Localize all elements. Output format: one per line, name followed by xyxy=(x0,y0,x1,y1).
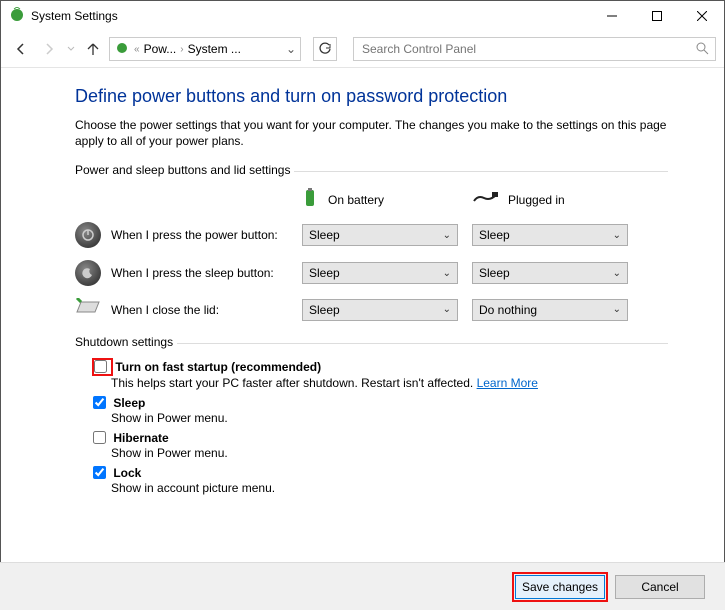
row-label-sleep: When I press the sleep button: xyxy=(111,266,274,280)
window-title: System Settings xyxy=(31,9,589,23)
chevron-left-icon: « xyxy=(134,44,140,55)
group-legend-shutdown: Shutdown settings xyxy=(75,335,177,349)
checkbox-lock[interactable] xyxy=(93,466,106,479)
chevron-down-icon[interactable]: ⌄ xyxy=(286,42,296,56)
checkbox-sleep[interactable] xyxy=(93,396,106,409)
label-lock: Lock xyxy=(113,466,141,480)
chevron-down-icon: ⌄ xyxy=(613,268,621,279)
chevron-down-icon: ⌄ xyxy=(443,230,451,241)
search-icon xyxy=(695,41,709,58)
chevron-down-icon: ⌄ xyxy=(443,304,451,315)
plug-icon xyxy=(472,191,498,208)
page-title: Define power buttons and turn on passwor… xyxy=(75,86,668,107)
cancel-button[interactable]: Cancel xyxy=(615,575,705,599)
search-field[interactable] xyxy=(360,41,695,57)
back-button[interactable] xyxy=(9,37,33,61)
sleep-button-icon xyxy=(75,260,101,286)
chevron-down-icon: ⌄ xyxy=(613,230,621,241)
minimize-button[interactable] xyxy=(589,1,634,31)
checkbox-hibernate[interactable] xyxy=(93,431,106,444)
column-header-battery: On battery xyxy=(328,193,384,207)
row-label-power: When I press the power button: xyxy=(111,228,278,242)
location-icon xyxy=(114,40,130,59)
dropdown-lid-battery[interactable]: Sleep⌄ xyxy=(302,299,458,321)
label-sleep: Sleep xyxy=(113,396,145,410)
dropdown-sleep-plugged[interactable]: Sleep⌄ xyxy=(472,262,628,284)
history-dropdown[interactable] xyxy=(65,37,77,61)
desc-lock: Show in account picture menu. xyxy=(111,481,668,495)
group-legend-power: Power and sleep buttons and lid settings xyxy=(75,163,294,177)
row-label-lid: When I close the lid: xyxy=(111,303,219,317)
column-header-plugged: Plugged in xyxy=(508,193,565,207)
lid-icon xyxy=(75,298,101,321)
chevron-right-icon: › xyxy=(180,44,183,55)
battery-icon xyxy=(302,187,318,212)
desc-fast-startup: This helps start your PC faster after sh… xyxy=(111,376,477,390)
dropdown-power-plugged[interactable]: Sleep⌄ xyxy=(472,224,628,246)
learn-more-link[interactable]: Learn More xyxy=(477,376,538,390)
app-icon xyxy=(9,7,25,26)
page-description: Choose the power settings that you want … xyxy=(75,117,668,149)
checkbox-fast-startup[interactable] xyxy=(94,360,107,373)
breadcrumb[interactable]: « Pow... › System ... ⌄ xyxy=(109,37,301,61)
forward-button[interactable] xyxy=(37,37,61,61)
power-button-icon xyxy=(75,222,101,248)
label-hibernate: Hibernate xyxy=(113,431,168,445)
close-button[interactable] xyxy=(679,1,724,31)
chevron-down-icon: ⌄ xyxy=(443,268,451,279)
desc-sleep: Show in Power menu. xyxy=(111,411,668,425)
save-button[interactable]: Save changes xyxy=(515,575,605,599)
dropdown-sleep-battery[interactable]: Sleep⌄ xyxy=(302,262,458,284)
desc-hibernate: Show in Power menu. xyxy=(111,446,668,460)
up-button[interactable] xyxy=(81,37,105,61)
dropdown-lid-plugged[interactable]: Do nothing⌄ xyxy=(472,299,628,321)
label-fast-startup: Turn on fast startup (recommended) xyxy=(115,360,321,374)
dropdown-power-battery[interactable]: Sleep⌄ xyxy=(302,224,458,246)
breadcrumb-part[interactable]: Pow... xyxy=(144,42,177,56)
breadcrumb-part[interactable]: System ... xyxy=(188,42,241,56)
search-input[interactable] xyxy=(353,37,716,61)
maximize-button[interactable] xyxy=(634,1,679,31)
refresh-button[interactable] xyxy=(313,37,337,61)
chevron-down-icon: ⌄ xyxy=(613,304,621,315)
